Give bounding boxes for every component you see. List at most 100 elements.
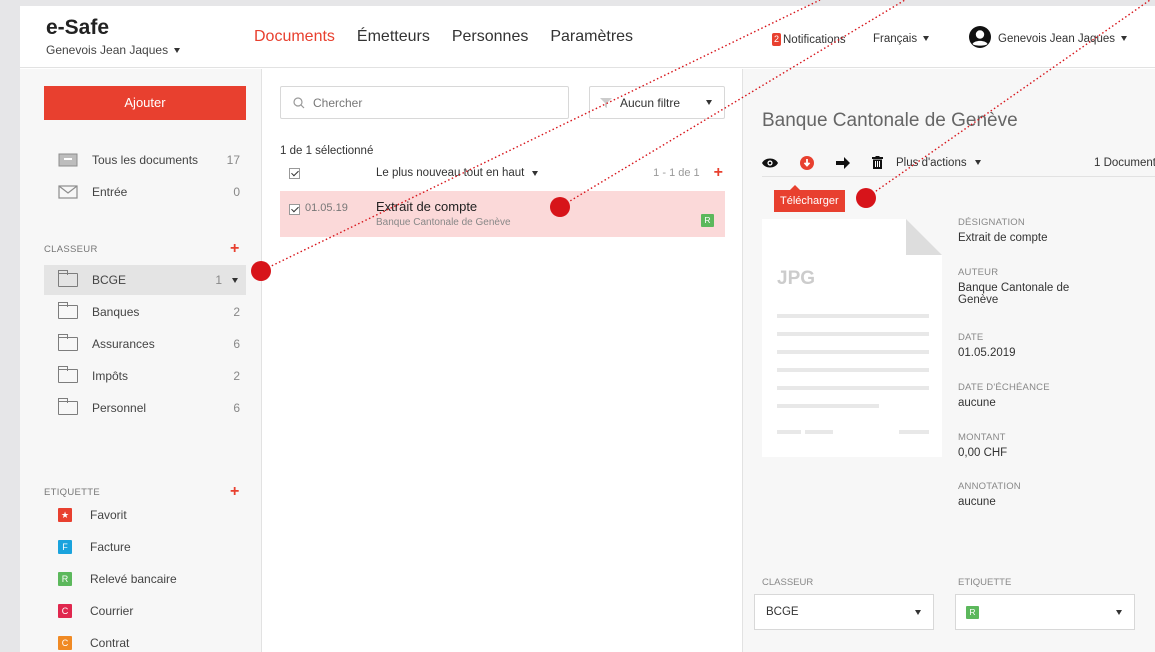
sidebar-item-folder[interactable]: Assurances 6 — [44, 329, 246, 359]
sidebar-item-inbox[interactable]: Entrée 0 — [44, 177, 246, 207]
sidebar-item-tag[interactable]: ★ Favorit — [44, 508, 127, 522]
more-actions-label: Plus d'actions — [896, 156, 967, 169]
add-button[interactable]: Ajouter — [44, 86, 246, 120]
meta-key: AUTEUR — [958, 267, 999, 278]
chevron-down-icon — [915, 609, 921, 615]
sidebar-item-label: Personnel — [92, 401, 147, 415]
document-title: Extrait de compte — [376, 199, 478, 214]
download-icon[interactable] — [800, 155, 814, 170]
folder-menu-caret-icon[interactable] — [232, 277, 238, 283]
meta-value: 0,00 CHF — [958, 447, 1008, 459]
file-preview-icon[interactable]: JPG — [762, 219, 942, 457]
meta-key: DATE — [958, 332, 984, 343]
star-tag-icon: ★ — [58, 508, 72, 522]
folder-icon-wrap — [57, 334, 78, 351]
nav-emetteurs[interactable]: Émetteurs — [357, 28, 430, 46]
sidebar-item-count: 2 — [233, 369, 240, 383]
meta-key: ANNOTATION — [958, 481, 1021, 492]
sort-label: Le plus nouveau tout en haut — [376, 167, 525, 179]
tag-label: Favorit — [90, 508, 127, 522]
filter-select[interactable]: Aucun filtre — [589, 86, 725, 119]
add-etiquette-plus-icon[interactable]: + — [230, 484, 239, 500]
tag-letter-icon: R — [58, 572, 72, 586]
sidebar: Ajouter Tous les documents 17 Entrée 0 C… — [20, 69, 262, 652]
sidebar-item-tag[interactable]: C Contrat — [44, 636, 129, 650]
document-tag-badge: R — [701, 214, 714, 227]
meta-montant: MONTANT 0,00 CHF — [958, 432, 1007, 459]
pagination-text: 1 - 1 de 1 — [653, 167, 700, 179]
sidebar-item-tag[interactable]: C Courrier — [44, 604, 133, 618]
search-icon — [293, 96, 305, 108]
meta-value: Extrait de compte — [958, 232, 1048, 244]
sidebar-item-count: 6 — [233, 337, 240, 351]
meta-value: Banque Cantonale de Genève — [958, 282, 1070, 306]
table-row[interactable]: 01.05.19 Extrait de compte Banque Canton… — [280, 191, 725, 237]
language-selector[interactable]: Français — [873, 33, 930, 45]
tag-letter-icon: C — [58, 604, 72, 618]
user-avatar-icon[interactable] — [968, 25, 992, 49]
search-input[interactable]: Chercher — [280, 86, 569, 119]
tag-label: Facture — [90, 540, 131, 554]
etiquette-select[interactable]: R — [955, 594, 1135, 630]
sidebar-item-label: Tous les documents — [92, 153, 199, 167]
user-menu[interactable]: Genevois Jean Jaques — [998, 33, 1127, 45]
folder-icon — [57, 334, 78, 351]
filter-icon — [600, 97, 612, 108]
classeur-section-title: CLASSEUR — [44, 244, 98, 255]
notifications-link[interactable]: 2 Notifications — [772, 33, 846, 46]
sidebar-item-count: 17 — [226, 153, 240, 167]
sidebar-item-folder[interactable]: Personnel 6 — [44, 393, 246, 423]
nav-parametres[interactable]: Paramètres — [550, 28, 633, 46]
sidebar-item-folder[interactable]: Impôts 2 — [44, 361, 246, 391]
sidebar-item-label: Impôts — [92, 369, 129, 383]
inbox-tray-icon — [58, 153, 78, 167]
row-checkbox[interactable] — [289, 204, 300, 215]
classeur-label: CLASSEUR — [762, 577, 814, 588]
select-all-checkbox[interactable] — [289, 167, 300, 179]
app-window: e-Safe Genevois Jean Jaques Documents Ém… — [20, 6, 1155, 652]
document-date: 01.05.19 — [305, 202, 348, 214]
eye-icon[interactable] — [762, 157, 778, 169]
chevron-down-icon — [174, 48, 181, 54]
document-detail-panel: Banque Cantonale de Genève Plus d'action… — [742, 69, 1155, 652]
sidebar-item-label: Assurances — [92, 337, 155, 351]
sidebar-item-label: Entrée — [92, 185, 128, 199]
meta-annotation: ANNOTATION aucune — [958, 481, 1021, 508]
share-arrow-icon[interactable] — [836, 156, 850, 169]
account-name: Genevois Jean Jaques — [46, 43, 169, 57]
classeur-value: BCGE — [766, 606, 799, 618]
sort-selector[interactable]: Le plus nouveau tout en haut — [376, 167, 539, 179]
file-type-label: JPG — [777, 268, 815, 289]
nav-personnes[interactable]: Personnes — [452, 28, 529, 46]
search-placeholder: Chercher — [313, 95, 363, 110]
sidebar-item-tag[interactable]: F Facture — [44, 540, 131, 554]
document-count: 1 Document — [1093, 156, 1155, 169]
sidebar-item-label: Banques — [92, 305, 140, 319]
folder-icon-wrap — [57, 270, 78, 287]
tag-label: Contrat — [90, 636, 130, 650]
add-document-plus-icon[interactable]: + — [714, 165, 723, 181]
chevron-down-icon — [706, 100, 712, 105]
meta-key: DÉSIGNATION — [958, 217, 1025, 228]
folder-icon-wrap — [57, 366, 78, 383]
document-issuer: Banque Cantonale de Genève — [376, 217, 511, 228]
sidebar-item-folder[interactable]: BCGE 1 — [44, 265, 246, 295]
account-switcher[interactable]: Genevois Jean Jaques — [46, 43, 181, 57]
meta-key: MONTANT — [958, 432, 1006, 443]
sidebar-item-tag[interactable]: R Relevé bancaire — [44, 572, 177, 586]
trash-icon[interactable] — [872, 156, 883, 169]
etiquette-section-title: ETIQUETTE — [44, 487, 101, 498]
more-actions-menu[interactable]: Plus d'actions — [896, 157, 981, 169]
user-name: Genevois Jean Jaques — [998, 33, 1115, 45]
tag-label: Courrier — [90, 604, 134, 618]
sidebar-item-folder[interactable]: Banques 2 — [44, 297, 246, 327]
meta-echeance: DATE D'ÉCHÉANCE aucune — [958, 382, 1050, 409]
sidebar-item-count: 1 — [215, 273, 222, 287]
nav-documents[interactable]: Documents — [254, 28, 335, 46]
add-classeur-plus-icon[interactable]: + — [230, 241, 239, 257]
folder-icon-wrap — [57, 398, 78, 415]
document-list-panel: Chercher Aucun filtre 1 de 1 sélectionné… — [263, 69, 741, 652]
classeur-select[interactable]: BCGE — [754, 594, 934, 630]
sidebar-item-all-documents[interactable]: Tous les documents 17 — [44, 145, 246, 175]
chevron-down-icon — [923, 36, 930, 42]
